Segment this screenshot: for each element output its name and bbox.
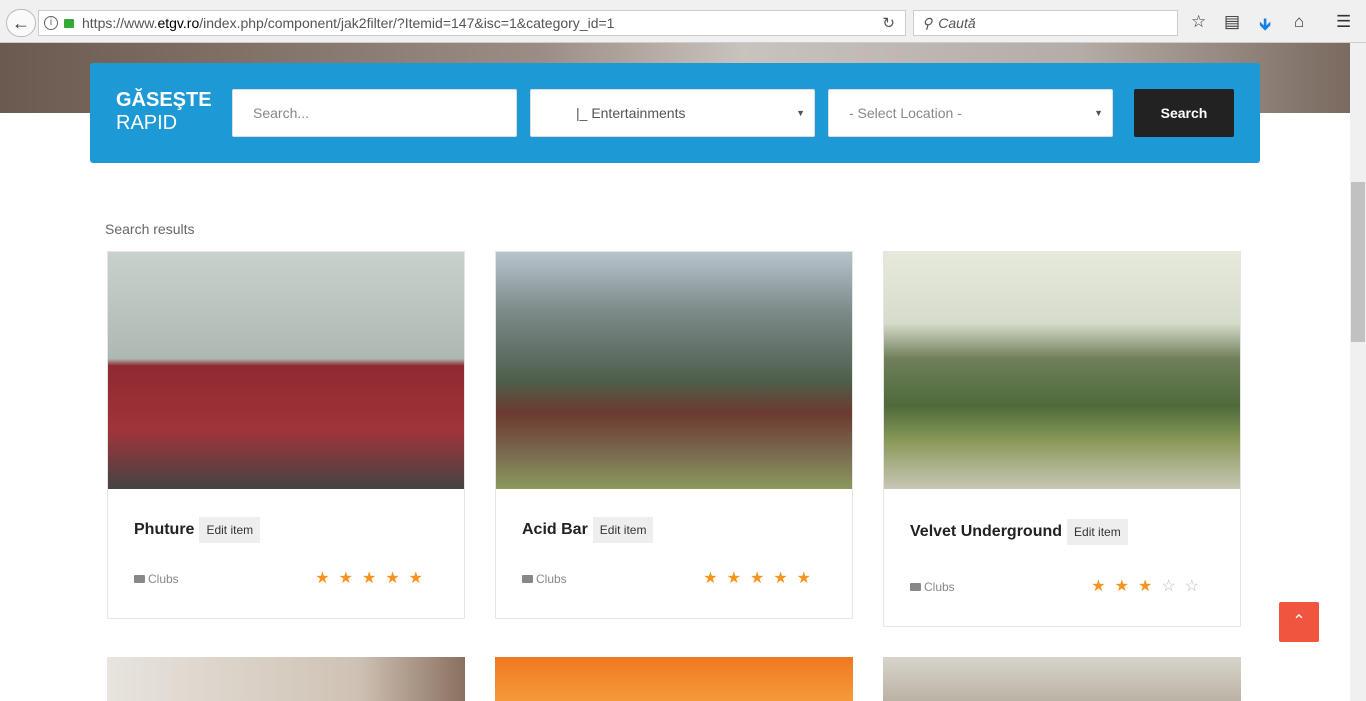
item-category[interactable]: Clubs [536,572,567,586]
folder-icon [134,575,145,583]
quick-search-bar: GĂSEŞTE RAPID Search... |_ Entertainments… [90,63,1260,163]
scrollbar[interactable] [1350,43,1366,701]
browser-toolbar: ← i https://www. etgv.ro/index.php/compon… [0,0,1366,43]
item-card: Velvet Underground Edit item Clubs ★★★☆☆ [883,251,1241,627]
item-category[interactable]: Clubs [924,580,955,594]
address-bar[interactable]: i https://www. etgv.ro/index.php/componen… [38,10,906,36]
item-image[interactable] [107,657,465,701]
menu-icon[interactable]: ☰ [1336,12,1351,32]
info-icon[interactable]: i [44,16,58,30]
folder-icon [910,583,921,591]
back-button[interactable]: ← [6,9,36,37]
chevron-down-icon: ▼ [796,108,805,118]
item-image[interactable] [883,657,1241,701]
reload-icon[interactable]: ↻ [882,14,895,32]
location-select[interactable]: - Select Location - ▼ [828,89,1113,137]
scrollbar-thumb[interactable] [1351,182,1365,342]
category-select[interactable]: |_ Entertainments ▼ [530,89,815,137]
back-to-top-button[interactable]: ⌃ [1279,602,1319,642]
search-button[interactable]: Search [1134,89,1234,137]
search-icon: ⚲ [922,14,933,31]
item-title[interactable]: Acid Bar [522,521,588,539]
keyword-search-input[interactable]: Search... [232,89,517,137]
item-image[interactable] [884,252,1240,489]
rating-stars: ★★★☆☆ [1091,578,1208,595]
item-card: Acid Bar Edit item Clubs ★★★★★ [495,251,853,619]
item-image[interactable] [496,252,852,489]
edit-item-button[interactable]: Edit item [592,517,654,543]
rating-stars: ★★★★★ [315,570,432,587]
download-icon[interactable]: 🡻 [1259,12,1271,41]
edit-item-button[interactable]: Edit item [1067,519,1128,545]
item-card: Phuture Edit item Clubs ★★★★★ [107,251,465,619]
item-image[interactable] [108,252,464,489]
item-title[interactable]: Velvet Underground [910,523,1062,541]
folder-icon [522,575,533,583]
results-heading: Search results [105,221,195,237]
browser-search-input[interactable]: ⚲ Caută [913,10,1178,36]
url-host: etgv.ro [157,15,200,31]
edit-item-button[interactable]: Edit item [199,517,261,543]
search-placeholder: Caută [938,15,976,31]
url-prefix: https://www. [82,15,158,31]
lock-icon [64,18,74,28]
item-category[interactable]: Clubs [148,572,179,586]
reading-list-icon[interactable]: ▤ [1224,12,1240,32]
url-path: /index.php/component/jak2filter/?Itemid=… [199,15,615,31]
item-image[interactable] [495,657,853,701]
quick-search-title: GĂSEŞTE RAPID [116,89,212,134]
rating-stars: ★★★★★ [703,570,820,587]
bookmark-star-icon[interactable]: ☆ [1191,12,1206,32]
item-title[interactable]: Phuture [134,521,194,539]
home-icon[interactable]: ⌂ [1294,12,1304,32]
chevron-down-icon: ▼ [1094,108,1103,118]
